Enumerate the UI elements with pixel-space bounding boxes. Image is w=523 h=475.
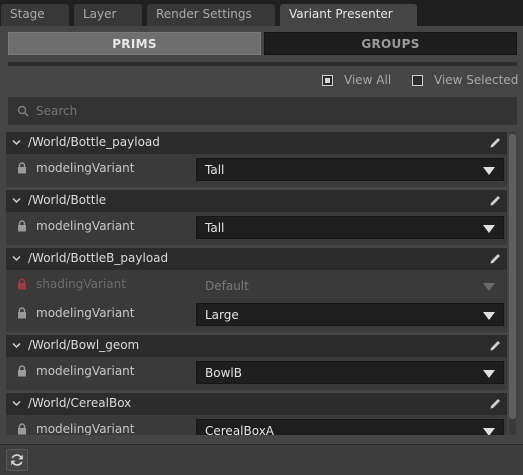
tab-render-settings[interactable]: Render Settings <box>147 4 275 26</box>
pencil-icon[interactable] <box>489 252 502 265</box>
prims-button-label: PRIMS <box>112 37 157 51</box>
variant-row: modelingVariant Tall <box>6 212 507 241</box>
tab-bar: Stage Layer Render Settings Variant Pres… <box>0 0 523 26</box>
variant-presenter-panel: PRIMS GROUPS View All View Selected Sear… <box>0 26 523 475</box>
variant-value: Tall <box>205 221 225 235</box>
variant-dropdown[interactable]: Large <box>196 303 504 326</box>
bottom-bar <box>0 444 523 475</box>
dropdown-arrow-icon <box>483 370 495 378</box>
chevron-down-icon[interactable] <box>12 254 21 263</box>
variant-set-name: modelingVariant <box>36 161 135 175</box>
chevron-down-icon[interactable] <box>12 196 21 205</box>
chevron-down-icon[interactable] <box>12 341 21 350</box>
variant-row: modelingVariant BowlB <box>6 357 507 386</box>
prim-header[interactable]: /World/Bottle <box>6 190 507 212</box>
dropdown-arrow-icon <box>483 312 495 320</box>
tab-stage-label: Stage <box>10 7 45 21</box>
search-field[interactable]: Search <box>8 97 517 125</box>
prim-path: /World/Bottle <box>28 193 107 207</box>
prim-item: /World/CerealBox modelingVariant CerealB… <box>6 393 507 435</box>
lock-icon[interactable] <box>17 423 27 435</box>
variant-row: shadingVariant Default <box>6 270 507 299</box>
tab-layer-label: Layer <box>83 7 117 21</box>
variant-dropdown[interactable]: Tall <box>196 216 504 239</box>
chevron-down-icon[interactable] <box>12 399 21 408</box>
pencil-icon[interactable] <box>489 136 502 149</box>
lock-icon[interactable] <box>17 220 27 232</box>
variant-dropdown[interactable]: CerealBoxA <box>196 419 504 435</box>
prim-header[interactable]: /World/BottleB_payload <box>6 248 507 270</box>
lock-icon[interactable] <box>17 162 27 174</box>
prim-item: /World/Bottle modelingVariant Tall <box>6 190 507 245</box>
variant-dropdown[interactable]: Tall <box>196 158 504 181</box>
pencil-icon[interactable] <box>489 397 502 410</box>
variant-set-name: modelingVariant <box>36 219 135 233</box>
variant-row: modelingVariant Tall <box>6 154 507 183</box>
variant-value: Default <box>205 279 249 293</box>
variant-value: Large <box>205 308 239 322</box>
variant-dropdown[interactable]: BowlB <box>196 361 504 384</box>
prim-item: /World/Bowl_geom modelingVariant BowlB <box>6 335 507 390</box>
refresh-icon <box>11 454 23 466</box>
prim-header[interactable]: /World/Bottle_payload <box>6 132 507 154</box>
tab-variant-presenter[interactable]: Variant Presenter <box>280 4 417 26</box>
tab-render-settings-label: Render Settings <box>156 7 252 21</box>
tab-variant-presenter-label: Variant Presenter <box>289 7 393 21</box>
prim-path: /World/CerealBox <box>28 396 132 410</box>
lock-icon[interactable] <box>17 365 27 377</box>
prim-item: /World/BottleB_payload shadingVariant De… <box>6 248 507 332</box>
variant-row: modelingVariant CerealBoxA <box>6 415 507 435</box>
lock-icon[interactable] <box>17 307 27 319</box>
tab-layer[interactable]: Layer <box>74 4 142 26</box>
dropdown-arrow-icon <box>483 283 495 291</box>
variant-set-name: modelingVariant <box>36 422 135 435</box>
variant-value: CerealBoxA <box>205 424 275 435</box>
chevron-down-icon[interactable] <box>12 138 21 147</box>
groups-button[interactable]: GROUPS <box>264 32 517 55</box>
prim-header[interactable]: /World/CerealBox <box>6 393 507 415</box>
variant-set-name: modelingVariant <box>36 306 135 320</box>
groups-button-label: GROUPS <box>361 37 420 51</box>
view-all-checkbox[interactable] <box>322 75 333 86</box>
prim-path: /World/Bottle_payload <box>28 135 160 149</box>
dropdown-arrow-icon <box>483 167 495 175</box>
view-selected-label: View Selected <box>434 73 519 87</box>
prim-list: /World/Bottle_payload modelingVariant Ta… <box>6 131 507 435</box>
scrollbar[interactable] <box>509 132 516 435</box>
dropdown-arrow-icon <box>483 225 495 233</box>
prim-path: /World/Bowl_geom <box>28 338 140 352</box>
view-all-label: View All <box>344 73 392 87</box>
variant-value: BowlB <box>205 366 242 380</box>
prim-path: /World/BottleB_payload <box>28 251 169 265</box>
pencil-icon[interactable] <box>489 194 502 207</box>
variant-row: modelingVariant Large <box>6 299 507 328</box>
dropdown-arrow-icon <box>483 428 495 435</box>
search-input[interactable]: Search <box>36 104 77 118</box>
refresh-button[interactable] <box>6 449 28 471</box>
lock-icon[interactable] <box>17 278 27 290</box>
divider <box>8 62 517 66</box>
variant-value: Tall <box>205 163 225 177</box>
variant-dropdown: Default <box>196 274 504 297</box>
pencil-icon[interactable] <box>489 339 502 352</box>
prim-item: /World/Bottle_payload modelingVariant Ta… <box>6 132 507 187</box>
variant-set-name: modelingVariant <box>36 364 135 378</box>
view-selected-checkbox[interactable] <box>412 75 423 86</box>
prims-button[interactable]: PRIMS <box>8 32 261 55</box>
tab-stage[interactable]: Stage <box>1 4 69 26</box>
search-icon <box>17 105 29 117</box>
scrollbar-thumb[interactable] <box>509 134 516 419</box>
prim-header[interactable]: /World/Bowl_geom <box>6 335 507 357</box>
variant-set-name: shadingVariant <box>36 277 126 291</box>
